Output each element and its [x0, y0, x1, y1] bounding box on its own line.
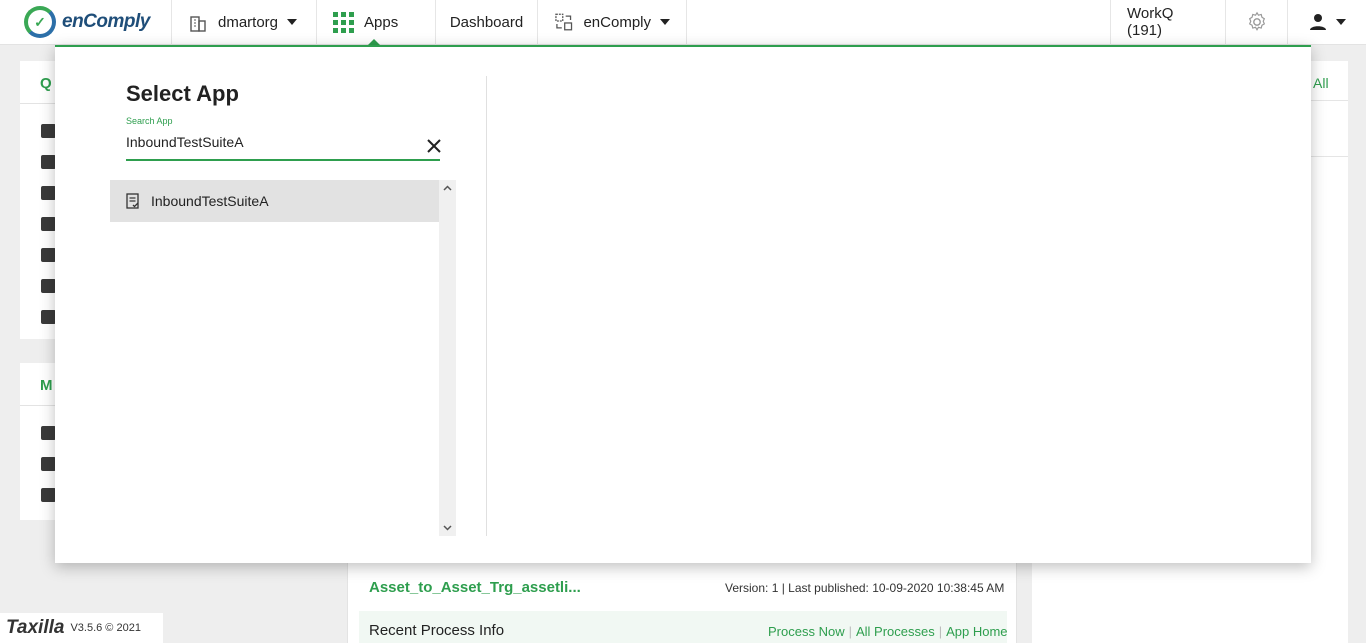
encomply-logo-icon: ✓ [24, 6, 56, 38]
chevron-down-icon [660, 19, 670, 25]
list-item[interactable]: InboundTestSuiteA [110, 180, 439, 222]
gear-icon [1248, 11, 1265, 31]
all-processes-link[interactable]: All Processes [856, 624, 935, 639]
process-now-link[interactable]: Process Now [768, 624, 845, 639]
scrollbar[interactable] [439, 180, 456, 536]
settings-button[interactable] [1226, 0, 1288, 45]
building-icon [190, 16, 206, 32]
broadcast-icon [41, 279, 56, 293]
app-home-link[interactable]: App Home [946, 624, 1007, 639]
search-app-label: Search App [126, 116, 173, 126]
search-app-input[interactable] [126, 131, 440, 161]
dashboard-label: Dashboard [449, 13, 524, 31]
org-name: dmartorg [218, 13, 279, 31]
modal-divider [486, 76, 487, 536]
apps-label: Apps [364, 13, 399, 31]
dashboard-link[interactable]: Dashboard [436, 0, 538, 45]
app-logo[interactable]: ✓ enComply [0, 0, 172, 45]
app-result-list: InboundTestSuiteA [110, 180, 456, 536]
bank-icon [41, 124, 56, 138]
workq-link[interactable]: WorkQ (191) [1110, 0, 1226, 45]
user-icon [1309, 14, 1326, 30]
footer-logo: Taxilla [6, 617, 65, 638]
location-icon [41, 217, 56, 231]
process-version: Version: 1 | Last published: 10-09-2020 … [725, 581, 1005, 595]
app-name: InboundTestSuiteA [151, 193, 269, 209]
chevron-down-icon [287, 19, 298, 25]
list-icon [41, 248, 56, 262]
grid-icon [41, 488, 56, 502]
quick-links-title: Q [40, 75, 52, 92]
switch-app-icon [555, 13, 573, 31]
process-links: Process Now | All Processes | App Home [768, 624, 1008, 639]
timer-icon [41, 457, 56, 471]
chevron-down-icon [1335, 19, 1346, 25]
close-icon[interactable] [423, 135, 445, 157]
view-all-link[interactable]: All [1313, 75, 1329, 91]
footer-brand: Taxilla V3.5.6 © 2021 [0, 613, 163, 643]
app-switcher[interactable]: enComply [538, 0, 687, 45]
process-title[interactable]: Asset_to_Asset_Trg_assetli... [369, 579, 581, 596]
current-app-name: enComply [583, 13, 651, 31]
link-separator: | [938, 624, 943, 639]
modal-title: Select App [126, 81, 239, 106]
person-icon [41, 155, 56, 169]
link-separator: | [848, 624, 852, 639]
top-nav-bar: ✓ enComply dmartorg Apps Dashboard enCom… [0, 0, 1366, 46]
select-app-modal: Select App Search App InboundTestSuiteA [55, 45, 1311, 563]
user-menu[interactable] [1288, 0, 1366, 45]
grid-icon [333, 11, 354, 33]
clipboard-icon [41, 186, 56, 200]
workq-label: WorkQ (191) [1127, 5, 1174, 39]
org-selector[interactable]: dmartorg [172, 0, 317, 45]
footer-version: V3.5.6 © 2021 [70, 622, 141, 634]
logo-text: enComply [62, 11, 150, 32]
apps-menu-button[interactable]: Apps [317, 0, 436, 46]
menu-card-title: M [40, 377, 53, 394]
recent-process-label: Recent Process Info [369, 622, 505, 639]
scroll-down-icon[interactable] [443, 523, 452, 532]
app-document-icon [126, 193, 139, 209]
dashboard-icon [41, 426, 56, 440]
thumbs-up-icon [41, 310, 56, 324]
scroll-up-icon[interactable] [443, 184, 452, 193]
